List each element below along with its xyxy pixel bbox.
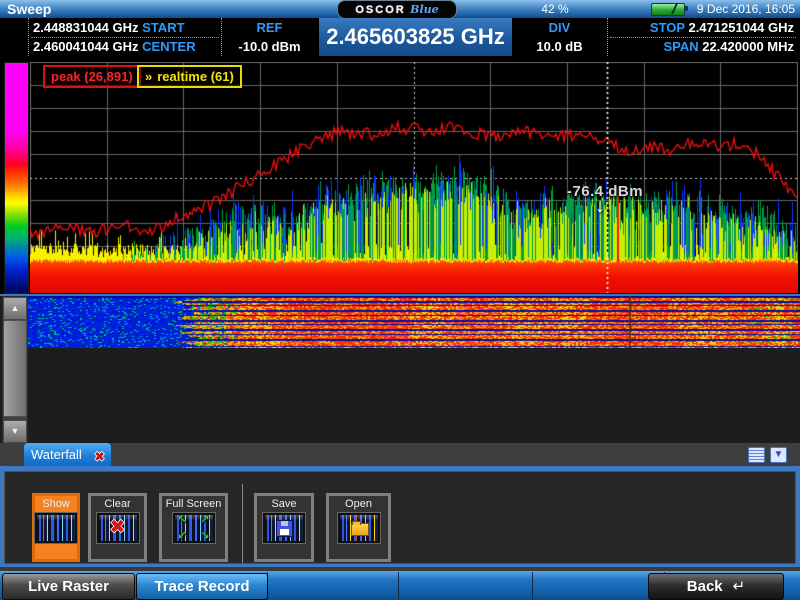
waterfall-thumbnail-icon bbox=[35, 513, 77, 543]
legend-peak-label: peak (26,891) bbox=[51, 69, 133, 84]
open-button[interactable]: Open bbox=[326, 493, 391, 562]
start-center-cell[interactable]: 2.448831044 GHz START 2.460041044 GHz CE… bbox=[28, 18, 222, 56]
toolbar-separator bbox=[242, 484, 243, 563]
frequency-readout-row: 2.448831044 GHz START 2.460041044 GHz CE… bbox=[0, 18, 800, 57]
legend-peak-trace[interactable]: peak (26,891) bbox=[43, 65, 141, 88]
mode-title: Sweep bbox=[7, 1, 51, 17]
divider bbox=[532, 572, 533, 599]
waterfall-scrollbar[interactable]: ▲ ▼ bbox=[2, 296, 28, 444]
floppy-disk-icon bbox=[276, 520, 293, 537]
ref-cell[interactable]: REF -10.0 dBm bbox=[221, 18, 318, 56]
stop-span-cell[interactable]: STOP 2.471251044 GHz SPAN 22.420000 MHz bbox=[607, 18, 798, 56]
title-bar: Sweep OSCOR Blue 42 % 9 Dec 2016, 16:05 bbox=[0, 0, 800, 19]
live-raster-button[interactable]: Live Raster bbox=[2, 573, 135, 600]
tab-bar: Waterfall ✖ ▼ bbox=[0, 443, 800, 466]
span-label: SPAN bbox=[663, 39, 698, 54]
arrow-sw-icon: ↙ bbox=[178, 529, 187, 542]
open-waterfall-icon bbox=[338, 513, 380, 543]
tab-close-icon[interactable]: ✖ bbox=[94, 445, 105, 468]
waterfall-canvas[interactable] bbox=[28, 296, 800, 348]
dock-down-icon[interactable]: ▼ bbox=[770, 447, 787, 463]
toolbar-panel-inner: Show Clear ✖ Full Screen ↖ ↗ ↙ ↘ Save bbox=[4, 471, 796, 564]
spectrum-canvas[interactable] bbox=[30, 62, 798, 293]
fullscreen-button[interactable]: Full Screen ↖ ↗ ↙ ↘ bbox=[159, 493, 228, 562]
span-value: 22.420000 MHz bbox=[702, 39, 794, 54]
center-label: CENTER bbox=[142, 39, 195, 54]
live-raster-label: Live Raster bbox=[28, 578, 109, 595]
scroll-thumb[interactable] bbox=[3, 320, 27, 417]
spectrum-area: peak (26,891) » realtime (61) -76.4 dBm ↓ bbox=[0, 56, 800, 295]
trace-record-button[interactable]: Trace Record bbox=[136, 573, 268, 600]
oscor-logo: OSCOR Blue bbox=[337, 0, 457, 19]
bottom-bar: Live Raster Trace Record Back ↵ bbox=[0, 571, 800, 600]
toolbar-panel: Show Clear ✖ Full Screen ↖ ↗ ↙ ↘ Save bbox=[0, 466, 800, 567]
div-cell[interactable]: DIV 10.0 dB bbox=[513, 18, 606, 56]
waterfall-panel: ▲ ▼ bbox=[0, 296, 800, 443]
logo-text: OSCOR bbox=[355, 4, 405, 16]
save-button[interactable]: Save bbox=[254, 493, 314, 562]
amplitude-colorbar bbox=[4, 62, 29, 294]
marker-level-label: -76.4 dBm bbox=[525, 183, 685, 200]
logo-subtext: Blue bbox=[410, 3, 438, 16]
scroll-up-button[interactable]: ▲ bbox=[3, 297, 27, 320]
start-value: 2.448831044 GHz bbox=[33, 20, 139, 35]
trace-record-label: Trace Record bbox=[154, 578, 249, 595]
battery-percent: 42 % bbox=[530, 2, 580, 16]
red-x-icon: ✖ bbox=[99, 515, 137, 541]
show-button-label: Show bbox=[35, 498, 77, 510]
spectrum-plot[interactable]: peak (26,891) » realtime (61) -76.4 dBm ↓ bbox=[30, 62, 798, 293]
arrow-se-icon: ↘ bbox=[200, 529, 209, 542]
ref-value: -10.0 dBm bbox=[225, 37, 314, 56]
arrow-down-icon: ▼ bbox=[11, 426, 20, 436]
stop-label: STOP bbox=[650, 20, 685, 35]
fullscreen-button-label: Full Screen bbox=[162, 498, 225, 510]
clear-waterfall-icon: ✖ bbox=[97, 513, 139, 543]
open-button-label: Open bbox=[329, 498, 388, 510]
arrow-up-icon: ▲ bbox=[11, 303, 20, 313]
legend-realtime-label: realtime (61) bbox=[157, 69, 234, 84]
save-waterfall-icon bbox=[263, 513, 305, 543]
marker-arrow-icon: ↓ bbox=[595, 195, 605, 218]
clear-button[interactable]: Clear ✖ bbox=[88, 493, 147, 562]
tab-waterfall-label: Waterfall bbox=[31, 447, 82, 462]
scroll-down-button[interactable]: ▼ bbox=[3, 420, 27, 443]
folder-icon bbox=[351, 523, 369, 536]
clear-button-label: Clear bbox=[91, 498, 144, 510]
fullscreen-arrows-icon: ↖ ↗ ↙ ↘ bbox=[173, 513, 215, 543]
center-value: 2.460041044 GHz bbox=[33, 39, 139, 54]
chevron-right-icon: » bbox=[145, 69, 152, 84]
tuned-frequency-display[interactable]: 2.465603825 GHz bbox=[319, 18, 512, 56]
divider bbox=[398, 572, 399, 599]
oscor-screen: Sweep OSCOR Blue 42 % 9 Dec 2016, 16:05 … bbox=[0, 0, 800, 600]
arrow-ne-icon: ↗ bbox=[200, 513, 209, 526]
datetime-label: 9 Dec 2016, 16:05 bbox=[660, 2, 795, 16]
show-button[interactable]: Show bbox=[32, 493, 80, 562]
arrow-down-icon: ▼ bbox=[771, 447, 786, 462]
save-button-label: Save bbox=[257, 498, 311, 510]
panel-list-icon[interactable] bbox=[748, 447, 765, 463]
ref-label: REF bbox=[225, 18, 314, 37]
back-button[interactable]: Back ↵ bbox=[648, 573, 784, 600]
tab-waterfall[interactable]: Waterfall ✖ bbox=[24, 443, 111, 466]
back-label: Back bbox=[687, 578, 723, 595]
stop-value: 2.471251044 GHz bbox=[688, 20, 794, 35]
div-value: 10.0 dB bbox=[517, 37, 602, 56]
return-arrow-icon: ↵ bbox=[733, 578, 746, 595]
arrow-nw-icon: ↖ bbox=[178, 513, 187, 526]
legend-realtime-trace[interactable]: » realtime (61) bbox=[137, 65, 242, 88]
div-label: DIV bbox=[517, 18, 602, 37]
start-label: START bbox=[142, 20, 184, 35]
